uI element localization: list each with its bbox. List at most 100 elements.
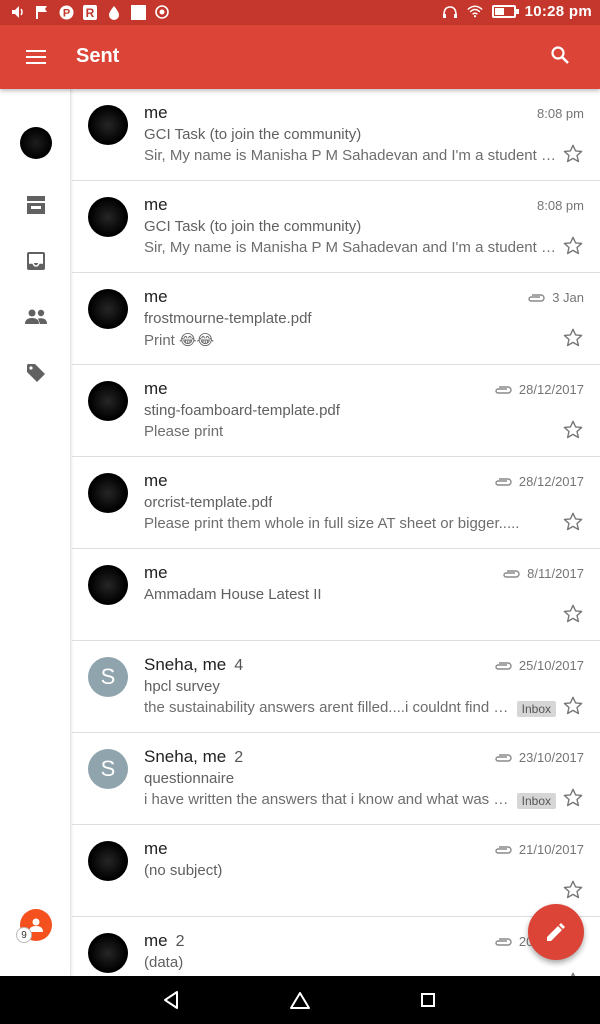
inbox-label-badge: Inbox (516, 793, 556, 809)
email-row[interactable]: S Sneha, me 2 23/10/2017 questionnaire i have… (72, 733, 600, 825)
sender-avatar[interactable] (88, 933, 128, 973)
attachment-icon (495, 385, 512, 394)
email-row[interactable]: me 8:08 pm GCI Task (to join the community… (72, 181, 600, 273)
email-date: 25/10/2017 (493, 658, 584, 673)
drop-icon (106, 4, 122, 20)
navigation-rail: 9 (0, 89, 71, 976)
email-snippet: Sir, My name is Manisha P M Sahadevan an… (144, 147, 562, 164)
email-subject: frostmourne-template.pdf (144, 310, 312, 327)
sender-avatar[interactable] (88, 197, 128, 237)
volume-icon (10, 4, 26, 20)
rail-account-avatar[interactable] (20, 127, 52, 159)
email-date: 28/12/2017 (493, 474, 584, 489)
menu-icon[interactable] (18, 45, 54, 69)
sender-label: me (144, 931, 168, 950)
sender-name: Sneha, me 4 (144, 655, 243, 675)
sender-name: me (144, 287, 168, 307)
account-switcher[interactable]: 9 (16, 909, 52, 943)
star-icon[interactable] (562, 787, 584, 809)
sender-avatar[interactable] (88, 841, 128, 881)
svg-text:R: R (86, 6, 95, 20)
attachment-icon (495, 477, 512, 486)
email-date: 3 Jan (526, 290, 584, 305)
star-icon[interactable] (562, 695, 584, 717)
star-icon[interactable] (562, 235, 584, 257)
pinterest-icon: P (58, 4, 74, 20)
sender-label: Sneha, me (144, 747, 227, 766)
sender-label: me (144, 195, 168, 214)
sender-label: me (144, 563, 168, 582)
status-bar: P R 10:28 pm (0, 0, 600, 25)
thread-count: 2 (175, 933, 185, 950)
archive-icon[interactable] (20, 189, 52, 221)
email-row[interactable]: me 28/12/2017 orcrist-template.pdf Please p… (72, 457, 600, 549)
star-icon[interactable] (562, 879, 584, 901)
star-icon[interactable] (562, 511, 584, 533)
email-row[interactable]: me 3 Jan frostmourne-template.pdf Print 😂😂 (72, 273, 600, 365)
email-subject: (data) (144, 954, 184, 971)
wifi-icon (466, 4, 483, 20)
email-date: 8:08 pm (537, 198, 584, 213)
star-icon[interactable] (562, 603, 584, 625)
sender-label: me (144, 379, 168, 398)
email-row[interactable]: S Sneha, me 4 25/10/2017 hpcl survey the sust… (72, 641, 600, 733)
sender-label: Sneha, me (144, 655, 227, 674)
sender-avatar[interactable] (88, 565, 128, 605)
inbox-icon[interactable] (20, 245, 52, 277)
email-snippet: the sustainability answers arent filled.… (144, 699, 512, 716)
star-icon[interactable] (562, 419, 584, 441)
email-subject: orcrist-template.pdf (144, 494, 273, 511)
star-icon[interactable] (562, 327, 584, 349)
email-row[interactable]: me 8/11/2017 Ammadam House Latest II (72, 549, 600, 641)
email-snippet: i have written the answers that i know a… (144, 791, 512, 808)
inbox-label-badge: Inbox (516, 701, 556, 717)
battery-icon (491, 5, 519, 18)
email-row[interactable]: me 8:08 pm GCI Task (to join the community… (72, 89, 600, 181)
compose-button[interactable] (528, 904, 584, 960)
email-subject: questionnaire (144, 770, 235, 787)
avatar (20, 127, 52, 159)
date-text: 8:08 pm (537, 198, 584, 213)
pencil-icon (547, 923, 565, 941)
square-icon (130, 4, 146, 20)
sender-avatar[interactable] (88, 381, 128, 421)
home-icon[interactable] (288, 988, 312, 1012)
record-icon (154, 4, 170, 20)
date-text: 8:08 pm (537, 106, 584, 121)
email-date: 21/10/2017 (493, 842, 584, 857)
email-date: 8/11/2017 (501, 566, 584, 581)
sender-name: me (144, 471, 168, 491)
thread-count: 2 (234, 749, 244, 766)
recents-icon[interactable] (416, 988, 440, 1012)
email-row[interactable]: me220/10/2017(data) (72, 917, 600, 976)
sender-avatar[interactable] (88, 105, 128, 145)
sender-avatar[interactable] (88, 289, 128, 329)
back-icon[interactable] (160, 988, 184, 1012)
sender-name: me (144, 839, 168, 859)
email-snippet: Please print them whole in full size AT … (144, 515, 520, 532)
sender-avatar[interactable]: S (88, 749, 128, 789)
email-row[interactable]: me 28/12/2017 sting-foamboard-template.pdf… (72, 365, 600, 457)
sender-avatar[interactable]: S (88, 657, 128, 697)
email-date: 8:08 pm (537, 106, 584, 121)
email-snippet: Sir, My name is Manisha P M Sahadevan an… (144, 239, 562, 256)
status-time: 10:28 pm (524, 3, 592, 20)
attachment-icon (495, 937, 512, 946)
date-text: 28/12/2017 (518, 382, 584, 397)
sender-name: Sneha, me 2 (144, 747, 243, 767)
account-count-badge: 9 (16, 927, 32, 943)
sender-avatar[interactable] (88, 473, 128, 513)
email-date: 23/10/2017 (493, 750, 584, 765)
people-icon[interactable] (20, 301, 52, 333)
sender-label: me (144, 103, 168, 122)
label-icon[interactable] (20, 357, 52, 389)
attachment-icon (495, 661, 512, 670)
search-icon[interactable] (550, 45, 574, 69)
sender-label: me (144, 287, 168, 306)
star-icon[interactable] (562, 143, 584, 165)
email-subject: sting-foamboard-template.pdf (144, 402, 340, 419)
date-text: 21/10/2017 (518, 842, 584, 857)
attachment-icon (495, 753, 512, 762)
email-row[interactable]: me 21/10/2017 (no subject) (72, 825, 600, 917)
email-snippet: Print 😂😂 (144, 332, 215, 349)
